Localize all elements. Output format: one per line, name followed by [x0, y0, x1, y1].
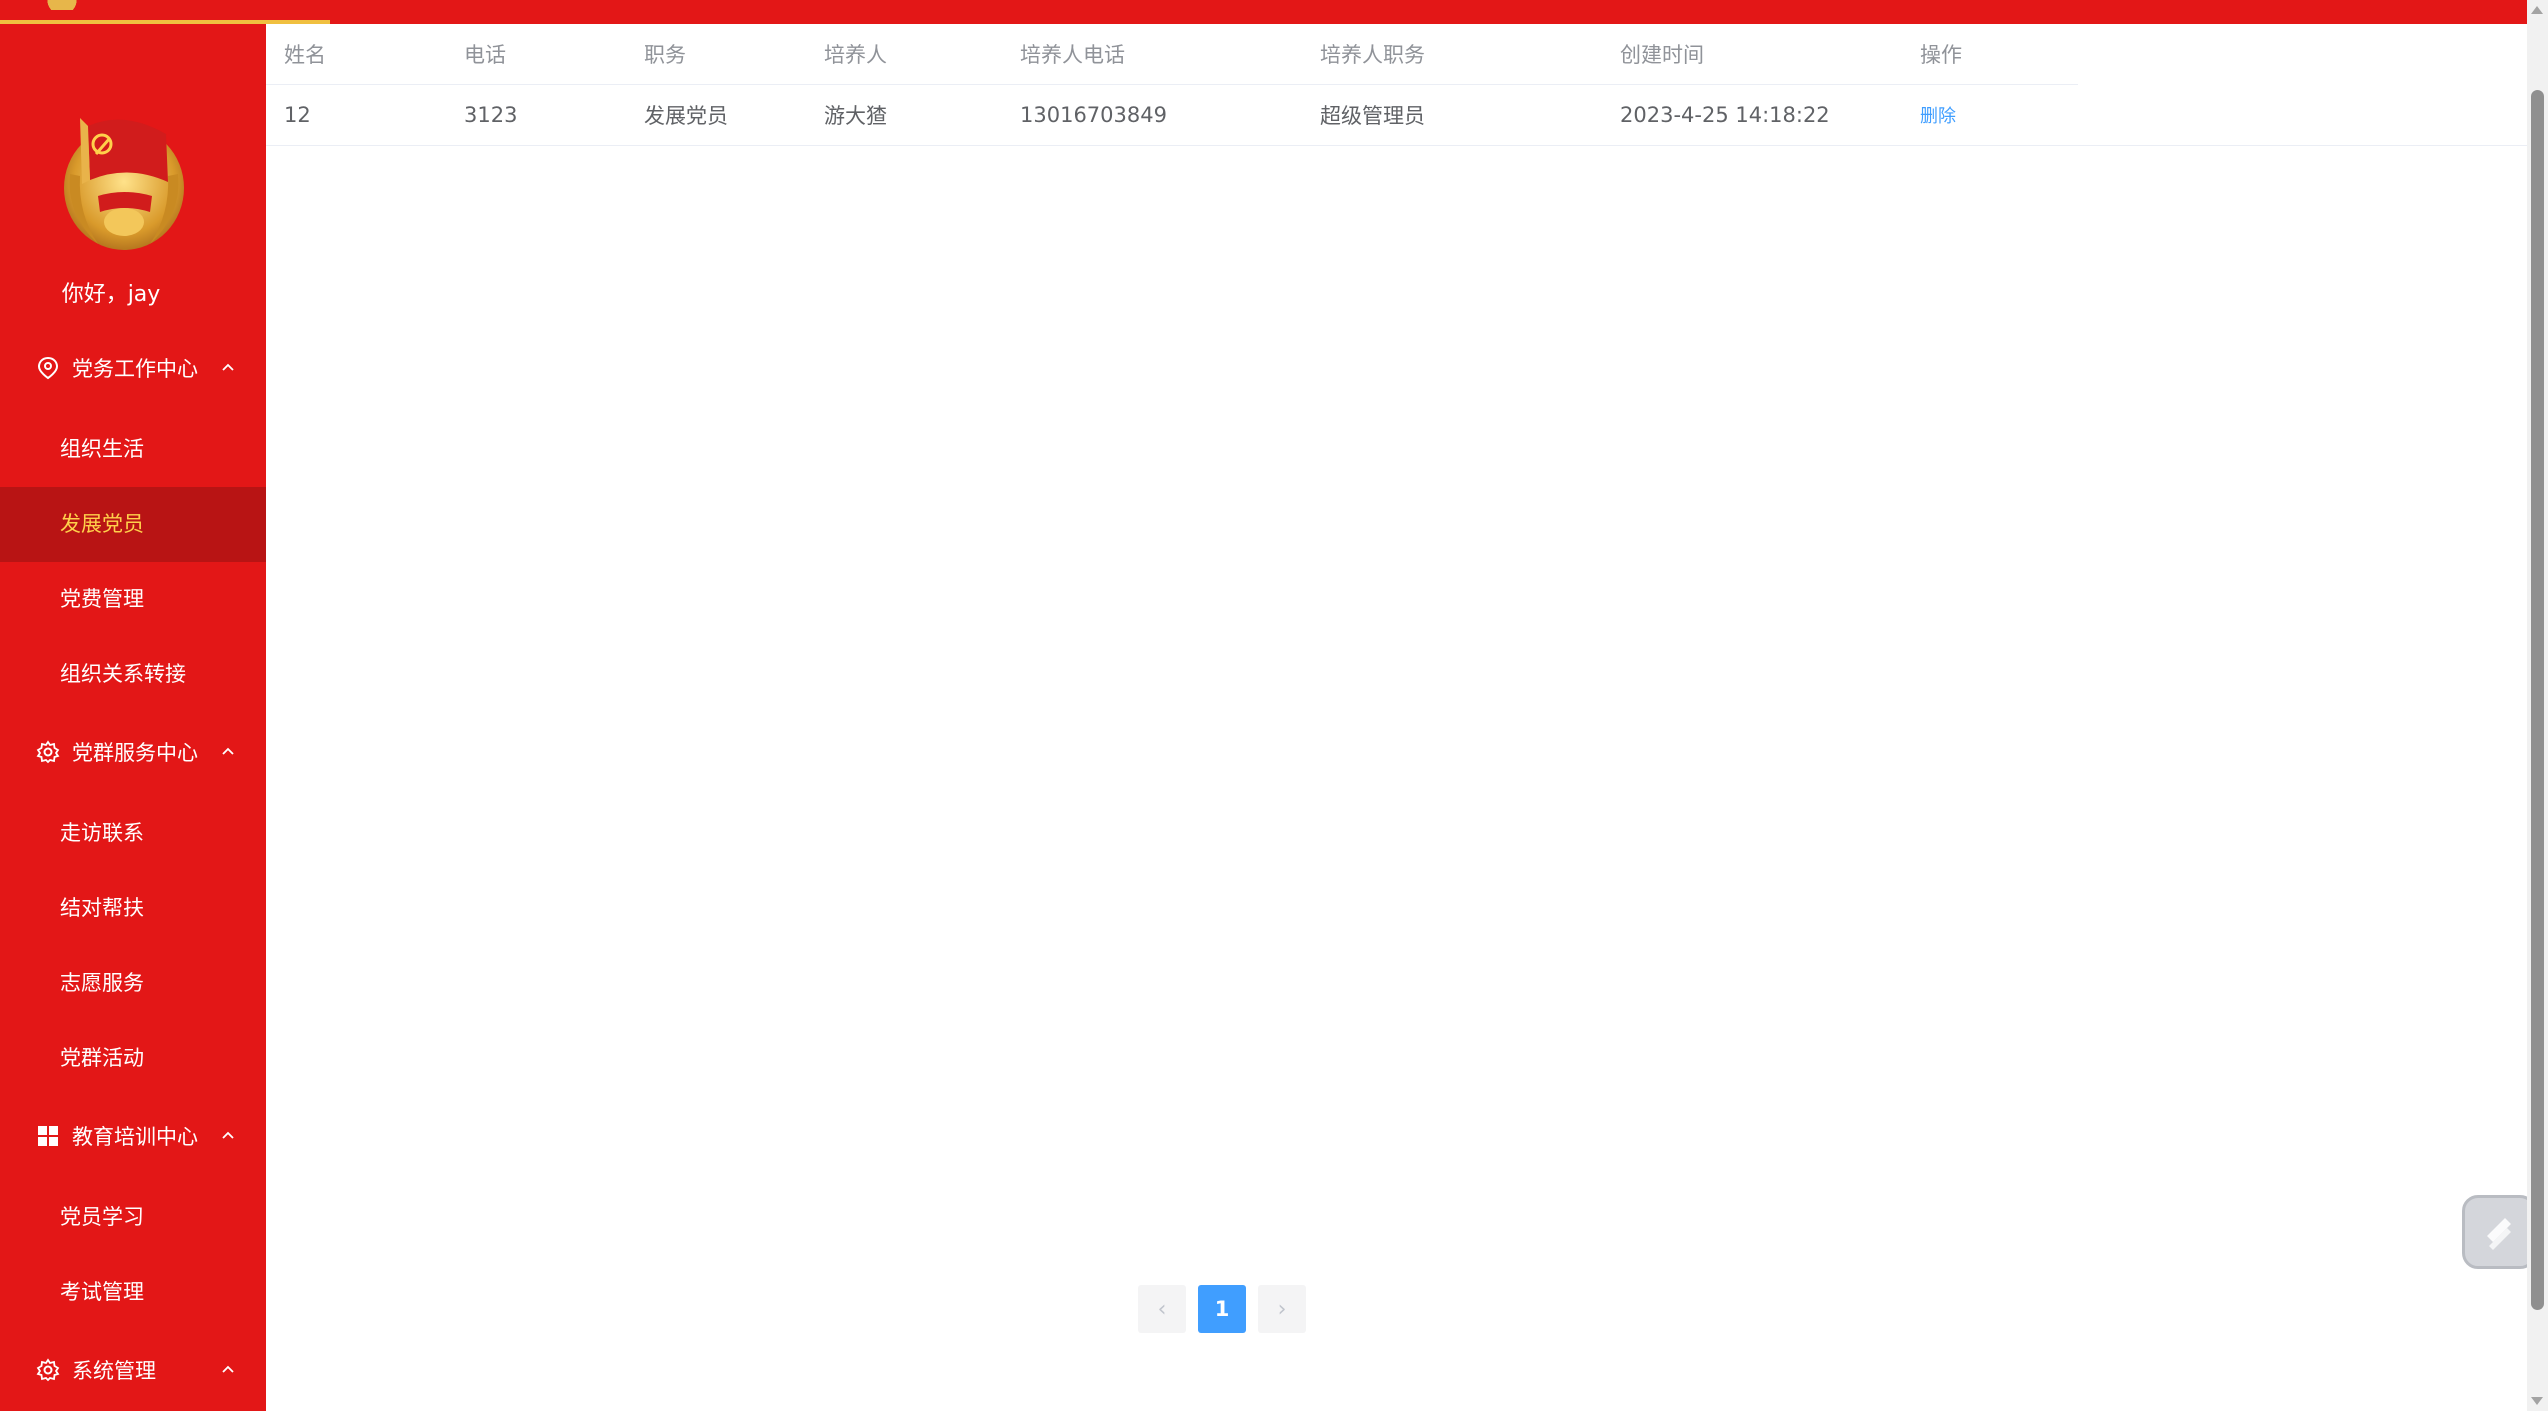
column-header-trainer-position: 培养人职务 — [1320, 43, 1425, 67]
cell-trainer-position: 超级管理员 — [1320, 104, 1425, 128]
lightning-icon — [2487, 1218, 2511, 1250]
chevron-up-icon — [222, 363, 234, 371]
location-pin-icon — [35, 355, 61, 381]
sidebar-item-org-life[interactable]: 组织生活 — [0, 412, 266, 487]
logo-peek-icon — [40, 0, 84, 10]
vertical-scrollbar[interactable] — [2527, 0, 2548, 1411]
sidebar: 你好，jay 党务工作中心 组织生活 发展党员 党费管理 组织关系转接 党群服务… — [0, 24, 266, 1411]
sidebar-item-visits[interactable]: 走访联系 — [0, 796, 266, 871]
column-header-trainer-phone: 培养人电话 — [1020, 43, 1125, 67]
table-row: 12 3123 发展党员 游大猹 13016703849 超级管理员 2023-… — [266, 85, 2527, 146]
scroll-down-icon[interactable] — [2531, 1397, 2543, 1405]
scroll-up-icon[interactable] — [2531, 6, 2543, 14]
menu-group-system[interactable]: 系统管理 — [0, 1338, 266, 1402]
menu-group-label: 党群服务中心 — [72, 741, 198, 765]
sidebar-item-dues-management[interactable]: 党费管理 — [0, 562, 266, 637]
column-header-created: 创建时间 — [1620, 43, 1704, 67]
scrollbar-thumb[interactable] — [2531, 90, 2544, 1310]
cell-action: 删除 — [1902, 102, 2078, 128]
menu-group-label: 教育培训中心 — [72, 1125, 198, 1149]
column-header-action: 操作 — [1920, 43, 1962, 67]
floating-assistant-button[interactable] — [2462, 1195, 2536, 1269]
gear-icon — [35, 1357, 61, 1383]
sidebar-item-activities[interactable]: 党群活动 — [0, 1021, 266, 1096]
grid-icon — [35, 1123, 61, 1149]
chevron-up-icon — [222, 1131, 234, 1139]
prev-page-button[interactable]: ‹ — [1138, 1285, 1186, 1333]
party-emblem-icon — [64, 118, 184, 250]
page-number-button[interactable]: 1 — [1198, 1285, 1246, 1333]
chevron-up-icon — [222, 1365, 234, 1373]
menu-group-label: 系统管理 — [72, 1359, 156, 1383]
column-header-phone: 电话 — [464, 43, 506, 67]
cell-trainer-phone: 13016703849 — [1020, 103, 1167, 127]
gear-icon — [35, 739, 61, 765]
cell-created: 2023-4-25 14:18:22 — [1620, 103, 1830, 127]
sidebar-item-develop-members[interactable]: 发展党员 — [0, 487, 266, 562]
user-greeting: 你好，jay — [61, 282, 161, 307]
top-bar — [0, 0, 2527, 24]
sidebar-item-member-study[interactable]: 党员学习 — [0, 1180, 266, 1255]
members-table: 姓名 电话 职务 培养人 培养人电话 培养人职务 创建时间 操作 12 3123… — [266, 24, 2527, 146]
sidebar-item-exam-management[interactable]: 考试管理 — [0, 1255, 266, 1330]
main-content: 姓名 电话 职务 培养人 培养人电话 培养人职务 创建时间 操作 12 3123… — [266, 24, 2527, 1411]
menu-group-label: 党务工作中心 — [72, 357, 198, 381]
column-header-position: 职务 — [644, 43, 686, 67]
menu-group-service-center[interactable]: 党群服务中心 — [0, 720, 266, 784]
sidebar-item-pair-assistance[interactable]: 结对帮扶 — [0, 871, 266, 946]
delete-link[interactable]: 删除 — [1920, 106, 1956, 127]
menu-group-party-affairs[interactable]: 党务工作中心 — [0, 336, 266, 400]
table-header: 姓名 电话 职务 培养人 培养人电话 培养人职务 创建时间 操作 — [266, 24, 2078, 85]
column-header-name: 姓名 — [284, 43, 326, 67]
column-header-trainer: 培养人 — [824, 43, 887, 67]
next-page-button[interactable]: › — [1258, 1285, 1306, 1333]
cell-name: 12 — [284, 103, 311, 127]
menu-group-education[interactable]: 教育培训中心 — [0, 1104, 266, 1168]
cell-trainer: 游大猹 — [824, 104, 887, 128]
sidebar-item-org-transfer[interactable]: 组织关系转接 — [0, 637, 266, 712]
cell-position: 发展党员 — [644, 104, 728, 128]
pagination: ‹ 1 › — [1138, 1285, 1306, 1333]
cell-phone: 3123 — [464, 103, 518, 127]
sidebar-item-volunteer[interactable]: 志愿服务 — [0, 946, 266, 1021]
chevron-up-icon — [222, 747, 234, 755]
